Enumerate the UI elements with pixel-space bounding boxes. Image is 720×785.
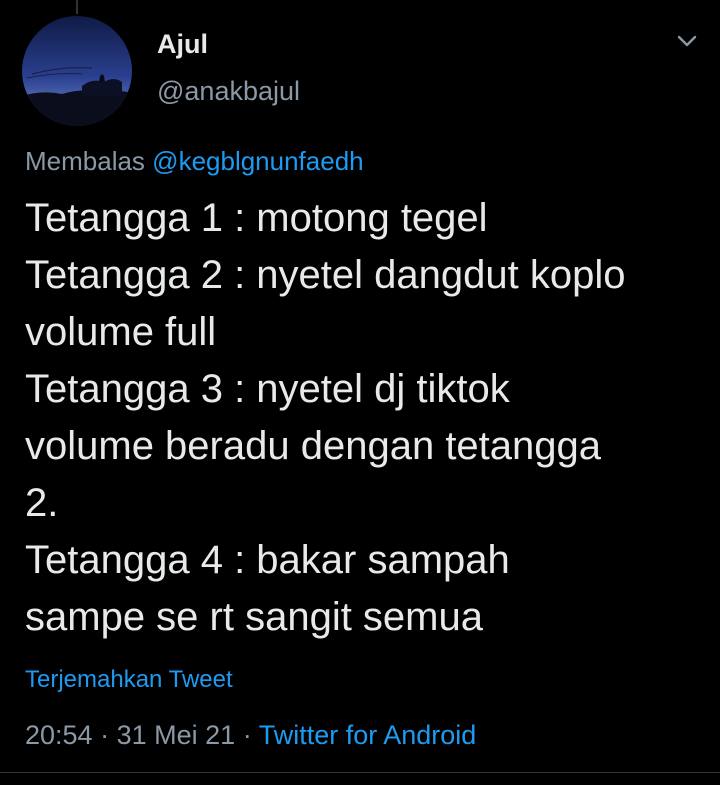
avatar-image (22, 16, 132, 126)
reply-context: Membalas @kegblgnunfaedh (25, 144, 364, 178)
tweet-metadata: 20:54 · 31 Mei 21 · Twitter for Android (25, 717, 476, 753)
reply-prefix: Membalas (25, 146, 145, 176)
tweet-source-link[interactable]: Twitter for Android (259, 720, 477, 750)
translate-tweet-link[interactable]: Terjemahkan Tweet (25, 664, 233, 696)
tweet-detail: Ajul @anakbajul Membalas @kegblgnunfaedh… (0, 0, 720, 785)
meta-separator: · (100, 720, 110, 750)
tweet-text-line: Tetangga 4 : bakar sampah (25, 538, 510, 582)
author-handle[interactable]: @anakbajul (157, 74, 300, 108)
tweet-date: 31 Mei 21 (116, 720, 236, 750)
tweet-text-line: Tetangga 1 : motong tegel (25, 196, 488, 240)
tweet-text-line: volume full (25, 310, 217, 354)
tweet-text-line: volume beradu dengan tetangga (25, 424, 602, 468)
tweet-text-line: 2. (25, 481, 59, 525)
divider (0, 772, 720, 773)
tweet-time: 20:54 (25, 720, 93, 750)
thread-connector-line (76, 0, 78, 14)
tweet-text: Tetangga 1 : motong tegel Tetangga 2 : n… (25, 190, 705, 646)
meta-separator: · (242, 720, 252, 750)
chevron-down-icon[interactable] (674, 28, 700, 54)
avatar[interactable] (22, 16, 132, 126)
tweet-text-line: Tetangga 2 : nyetel dangdut koplo (25, 253, 626, 297)
author-name[interactable]: Ajul (157, 28, 208, 60)
reply-mention-link[interactable]: @kegblgnunfaedh (152, 146, 363, 176)
tweet-text-line: sampe se rt sangit semua (25, 595, 483, 639)
tweet-text-line: Tetangga 3 : nyetel dj tiktok (25, 367, 510, 411)
